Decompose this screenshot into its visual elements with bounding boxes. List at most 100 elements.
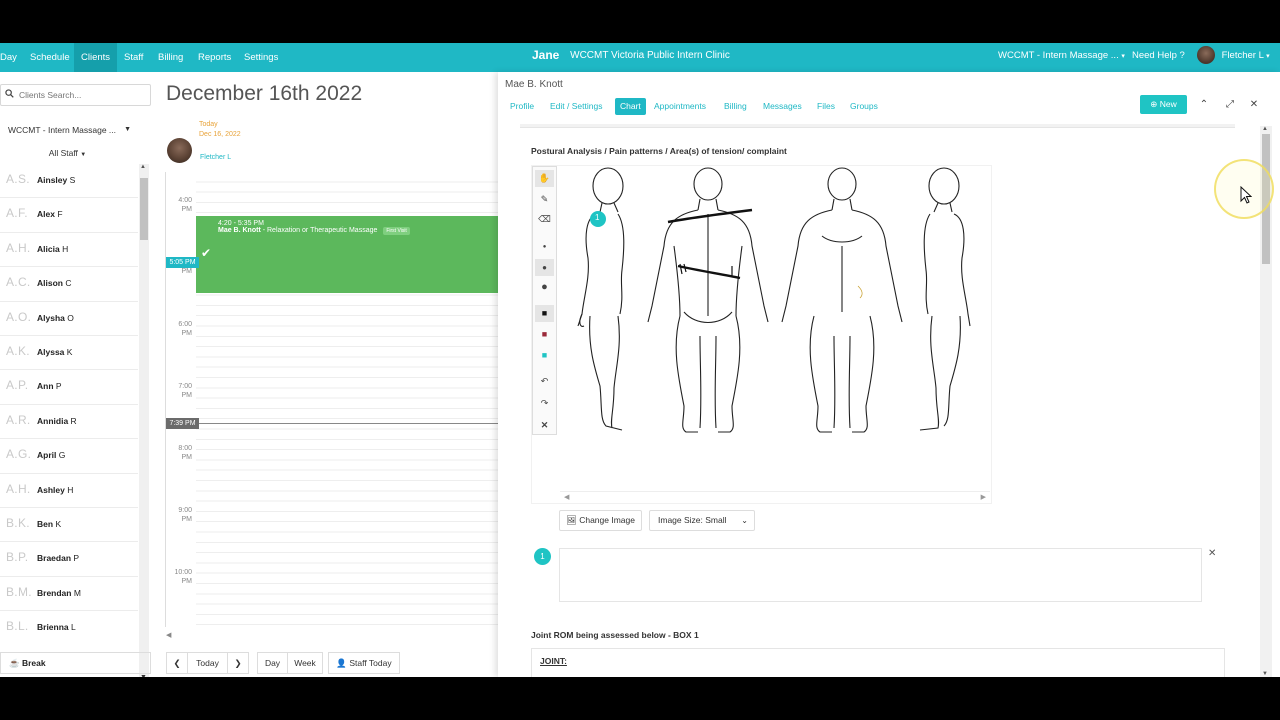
scroll-down-icon[interactable]: ▼ bbox=[140, 674, 147, 677]
prev-button[interactable]: ❮ bbox=[166, 652, 188, 674]
pencil-icon[interactable]: ✎ bbox=[535, 191, 554, 208]
scroll-left-icon[interactable]: ◀ bbox=[166, 631, 171, 639]
staff-first-name: Ashley bbox=[37, 484, 65, 495]
color-red-icon[interactable]: ■ bbox=[535, 326, 554, 343]
break-button[interactable]: ☕ Break bbox=[0, 652, 151, 674]
appointment-client: Mae B. Knott bbox=[218, 227, 261, 234]
staff-list-item[interactable]: B.P. Braedan P bbox=[0, 542, 138, 577]
time-column: 4:00PM5:00PM6:00PM7:00PM8:00PM9:00PM10:0… bbox=[166, 172, 196, 627]
nav-staff[interactable]: Staff bbox=[117, 43, 150, 72]
staff-last-initial: S bbox=[69, 175, 76, 185]
staff-list-item[interactable]: A.H. Ashley H bbox=[0, 474, 138, 508]
calendar-grid[interactable]: 4:00PM5:00PM6:00PM7:00PM8:00PM9:00PM10:0… bbox=[165, 172, 499, 627]
nav-clients[interactable]: Clients bbox=[74, 43, 118, 72]
staff-initials: B.M. bbox=[6, 584, 32, 599]
staff-column-name[interactable]: Fletcher L bbox=[200, 154, 231, 161]
tab-billing[interactable]: Billing bbox=[719, 98, 752, 115]
clinic-name: WCCMT Victoria Public Intern Clinic bbox=[570, 50, 730, 62]
scroll-right-icon[interactable]: ▶ bbox=[981, 493, 986, 501]
tab-chart[interactable]: Chart bbox=[615, 98, 646, 115]
help-link[interactable]: Need Help ? bbox=[1132, 43, 1185, 72]
app-screen: Day Schedule Clients Staff Billing Repor… bbox=[0, 43, 1280, 677]
collapse-icon[interactable]: ⌃ bbox=[1195, 96, 1213, 113]
staff-list-item[interactable]: A.H. Alicia H bbox=[0, 233, 138, 268]
redo-icon[interactable]: ↷ bbox=[535, 395, 554, 412]
staff-list-item[interactable]: A.G. April G bbox=[0, 439, 138, 474]
break-label: Break bbox=[21, 658, 46, 668]
location-selector[interactable]: WCCMT - Intern Massage ... ▾ bbox=[998, 43, 1125, 72]
search-input[interactable] bbox=[19, 87, 147, 103]
staff-list-item[interactable]: B.L. Brienna L bbox=[0, 611, 138, 634]
brush-small-icon[interactable]: ● bbox=[535, 239, 554, 256]
tab-edit-settings[interactable]: Edit / Settings bbox=[545, 98, 607, 115]
staff-last-initial: H bbox=[62, 243, 69, 254]
staff-filter[interactable]: All Staff ▼ bbox=[0, 148, 135, 158]
expand-icon[interactable]: ⤢ bbox=[1221, 96, 1239, 113]
staff-list-item[interactable]: A.F. Alex F bbox=[0, 198, 138, 233]
joint-field[interactable]: JOINT: bbox=[531, 648, 1225, 677]
figure-side-left bbox=[577, 167, 625, 431]
scroll-thumb[interactable] bbox=[140, 178, 148, 240]
figure-side-right bbox=[919, 167, 971, 431]
scroll-up-icon[interactable]: ▲ bbox=[140, 164, 146, 170]
nav-schedule[interactable]: Schedule bbox=[23, 43, 77, 72]
color-black-icon[interactable]: ■ bbox=[535, 305, 554, 322]
scroll-up-icon[interactable]: ▲ bbox=[1262, 126, 1268, 132]
today-label: Today bbox=[199, 121, 218, 128]
staff-first-name: Alison bbox=[37, 278, 63, 289]
staff-list-item[interactable]: A.K. Alyssa K bbox=[0, 336, 138, 371]
clinic-select[interactable]: WCCMT - Intern Massage ... ▼ bbox=[0, 120, 135, 140]
next-button[interactable]: ❯ bbox=[227, 652, 249, 674]
image-size-select[interactable]: Image Size: Small ⌄ bbox=[649, 510, 755, 531]
staff-first-name: Ainsley bbox=[37, 175, 68, 185]
staff-list-item[interactable]: A.S. Ainsley S bbox=[0, 164, 138, 199]
canvas-hscroll[interactable]: ◀ ▶ bbox=[560, 491, 990, 503]
today-button[interactable]: Today bbox=[187, 652, 228, 674]
tab-profile[interactable]: Profile bbox=[505, 98, 539, 115]
staff-list-item[interactable]: B.K. Ben K bbox=[0, 508, 138, 543]
nav-reports[interactable]: Reports bbox=[191, 43, 238, 72]
new-button[interactable]: ⊕ New bbox=[1140, 95, 1187, 114]
staff-list-item[interactable]: A.P. Ann P bbox=[0, 370, 138, 405]
undo-icon[interactable]: ↶ bbox=[535, 373, 554, 390]
body-chart-canvas[interactable]: ✋ ✎ ⌫ ● ● ● ■ ■ ■ ↶ ↷ ✕ 1 ◀ ▶ bbox=[531, 165, 992, 504]
clear-icon[interactable]: ✕ bbox=[535, 417, 554, 434]
change-image-button[interactable]: 🖼 Change Image bbox=[559, 510, 642, 531]
marker-note-input[interactable] bbox=[559, 548, 1202, 602]
week-view-button[interactable]: Week bbox=[287, 652, 323, 674]
staff-list-item[interactable]: A.C. Alison C bbox=[0, 267, 138, 302]
body-figures[interactable]: 1 bbox=[560, 166, 991, 491]
tab-groups[interactable]: Groups bbox=[845, 98, 883, 115]
section-divider bbox=[520, 124, 1235, 128]
staff-first-name: Ben bbox=[37, 518, 54, 529]
appointment-block[interactable]: 4:20 - 5:35 PM Mae B. Knott - Relaxation… bbox=[196, 216, 499, 293]
nav-day[interactable]: Day bbox=[0, 43, 24, 72]
staff-first-name: Brendan bbox=[37, 587, 72, 598]
hour-period: PM bbox=[181, 330, 193, 337]
hour-label: 9:00 PM bbox=[166, 506, 196, 524]
staff-list-item[interactable]: B.M. Brendan M bbox=[0, 577, 138, 612]
hour-value: 6:00 bbox=[178, 321, 192, 328]
staff-scrollbar[interactable]: ▲ ▼ bbox=[139, 164, 149, 677]
tab-files[interactable]: Files bbox=[812, 98, 840, 115]
tab-appointments[interactable]: Appointments bbox=[649, 98, 711, 115]
staff-list-item[interactable]: A.O. Alysha O bbox=[0, 302, 138, 336]
scroll-down-icon[interactable]: ▼ bbox=[1262, 671, 1268, 677]
clinic-brand[interactable]: Jane WCCMT Victoria Public Intern Clinic bbox=[532, 43, 730, 72]
hand-icon[interactable]: ✋ bbox=[535, 170, 554, 187]
close-icon[interactable]: ✕ bbox=[1245, 96, 1263, 113]
user-menu[interactable]: Fletcher L ▾ bbox=[1197, 43, 1270, 72]
nav-settings[interactable]: Settings bbox=[237, 43, 285, 72]
scroll-left-icon[interactable]: ◀ bbox=[564, 493, 569, 501]
staff-today-button[interactable]: 👤 Staff Today bbox=[328, 652, 400, 674]
eraser-icon[interactable]: ⌫ bbox=[535, 211, 554, 228]
brush-large-icon[interactable]: ● bbox=[535, 279, 554, 296]
tab-messages[interactable]: Messages bbox=[758, 98, 807, 115]
staff-list-item[interactable]: A.R. Annidia R bbox=[0, 405, 138, 440]
color-teal-icon[interactable]: ■ bbox=[535, 347, 554, 364]
brush-medium-icon[interactable]: ● bbox=[535, 259, 554, 276]
day-view-button[interactable]: Day bbox=[257, 652, 288, 674]
nav-billing[interactable]: Billing bbox=[151, 43, 190, 72]
close-icon[interactable]: ✕ bbox=[1208, 548, 1216, 559]
client-search[interactable] bbox=[0, 84, 151, 106]
